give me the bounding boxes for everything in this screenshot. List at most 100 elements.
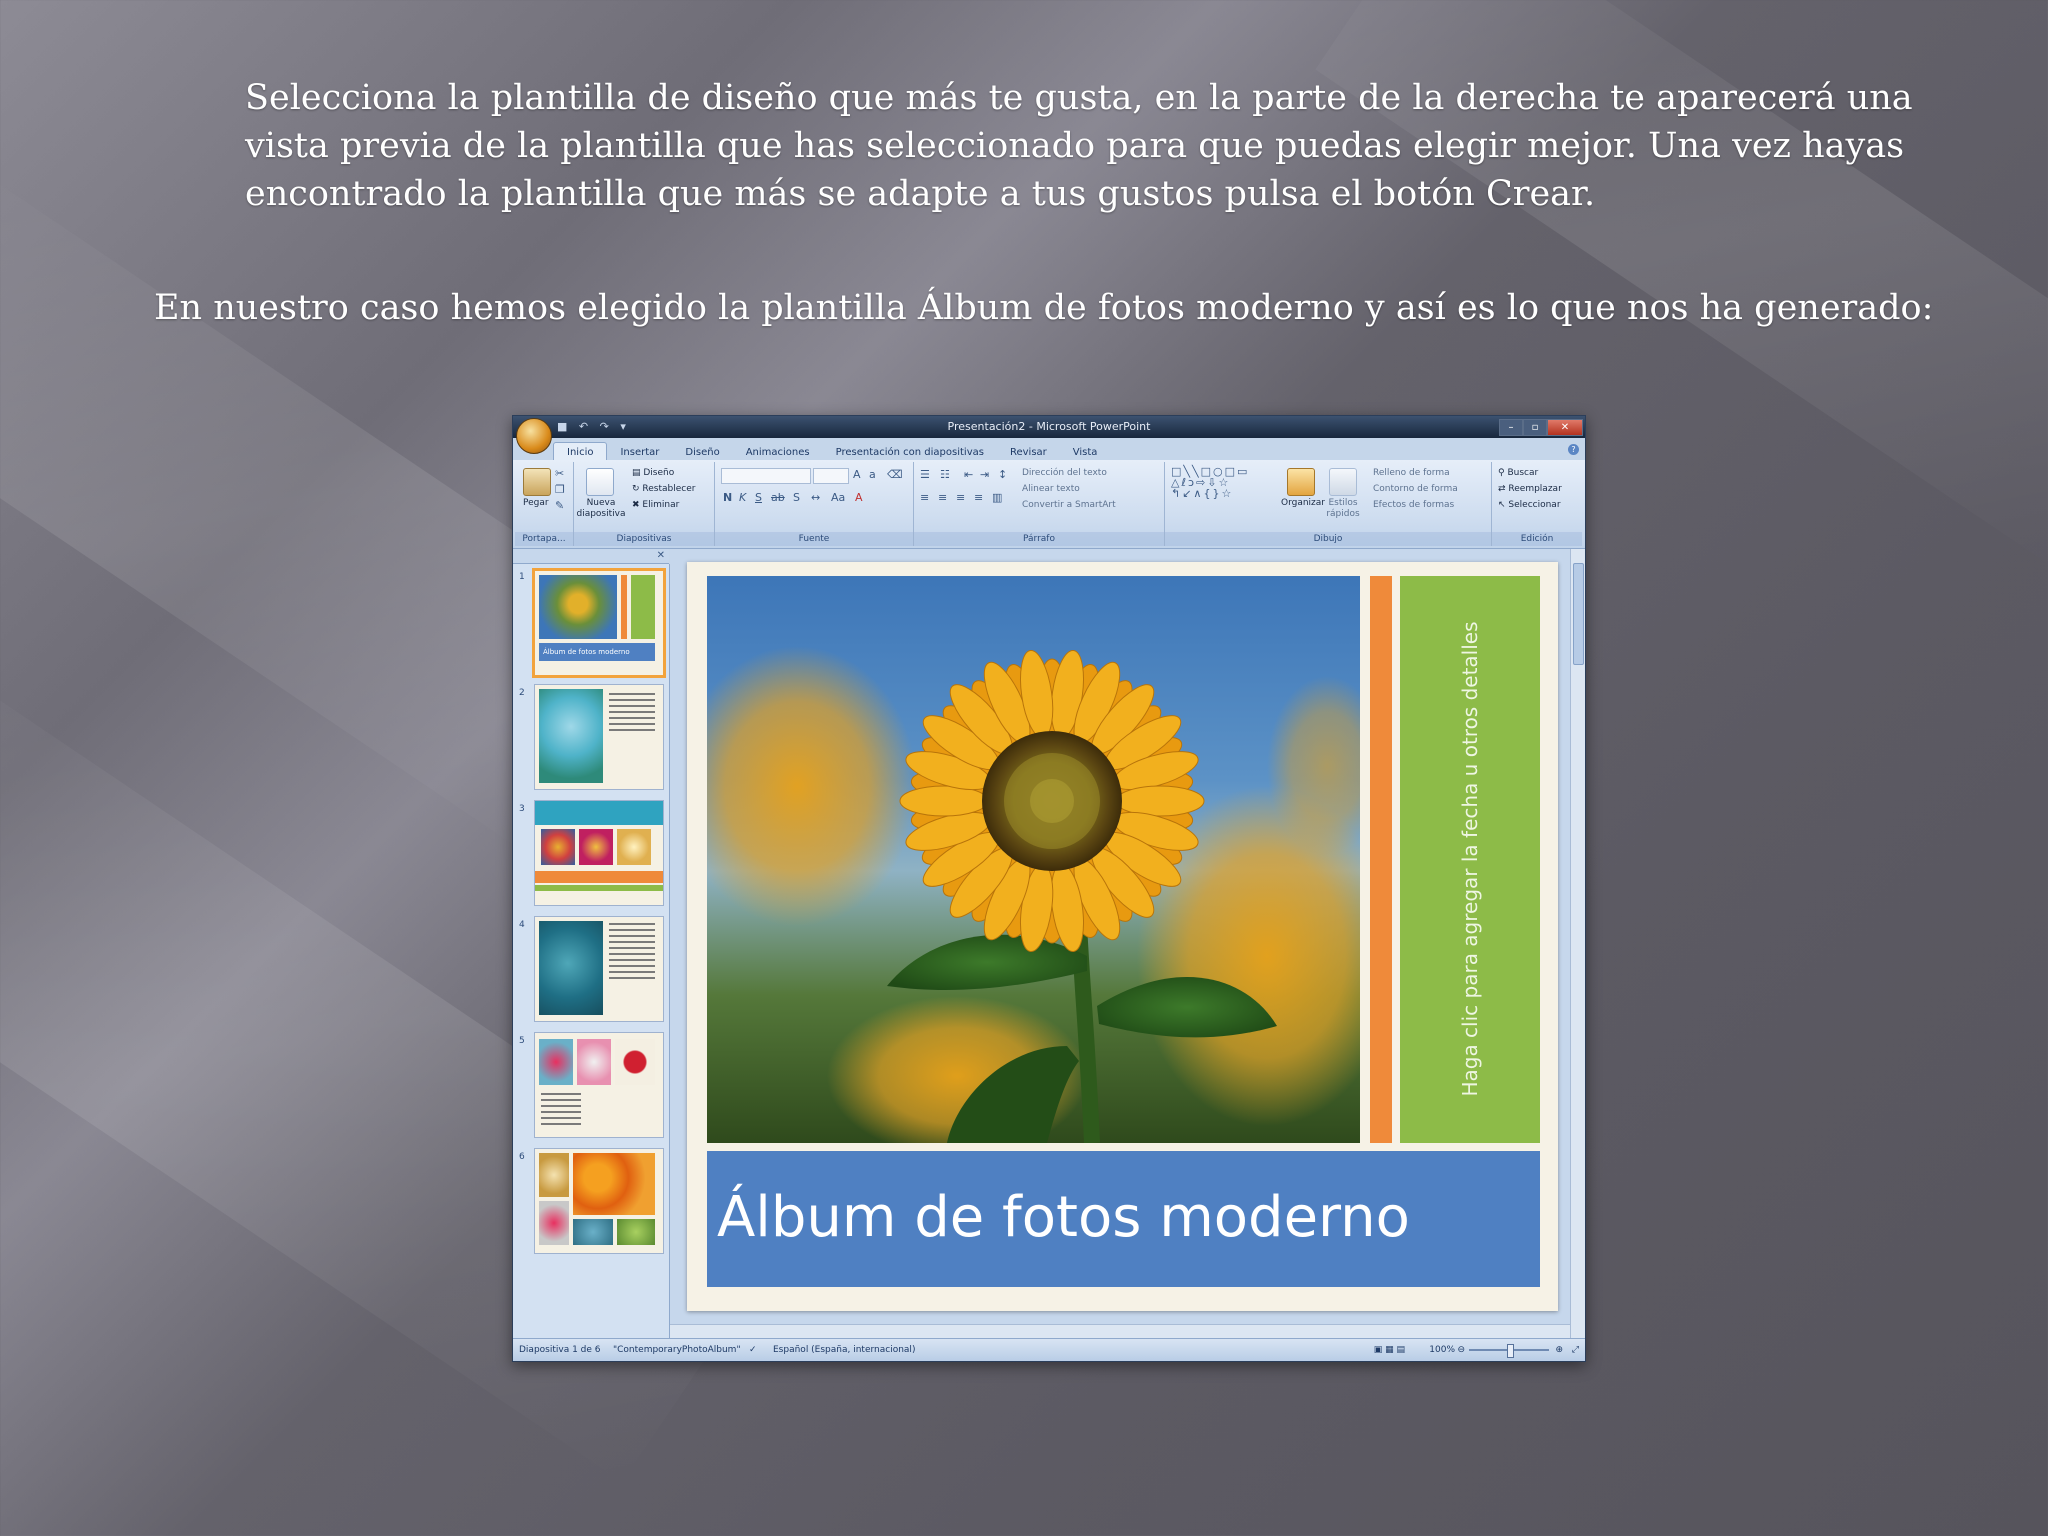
zoom-slider-knob[interactable] <box>1507 1344 1514 1358</box>
shadow-icon[interactable]: S <box>793 492 805 504</box>
bullets-icon[interactable]: ☰ <box>920 469 932 481</box>
align-right-icon[interactable]: ≡ <box>956 492 968 504</box>
zoom-level[interactable]: 100% <box>1429 1339 1455 1361</box>
office-button[interactable] <box>516 418 552 454</box>
increase-indent-icon[interactable]: ⇥ <box>980 469 992 481</box>
quick-styles-button[interactable]: Estilos rápidos <box>1321 498 1365 520</box>
format-painter-icon[interactable]: ✎ <box>555 500 567 512</box>
align-left-icon[interactable]: ≡ <box>920 492 932 504</box>
theme-name: "ContemporaryPhotoAlbum" <box>613 1345 741 1355</box>
paste-button[interactable]: Pegar <box>523 498 549 509</box>
help-icon[interactable]: ? <box>1568 444 1579 455</box>
shape-effects-button[interactable]: Efectos de formas <box>1373 500 1454 511</box>
maximize-button[interactable]: ▫ <box>1523 419 1547 436</box>
arrange-button[interactable]: Organizar <box>1281 498 1325 509</box>
bold-icon[interactable]: N <box>723 492 735 504</box>
close-panel-icon[interactable]: ✕ <box>657 549 665 563</box>
thumb-number: 1 <box>519 572 525 582</box>
decrease-indent-icon[interactable]: ⇤ <box>964 469 976 481</box>
thumb-orange-bar <box>621 575 627 639</box>
delete-label: Eliminar <box>642 500 680 510</box>
result-paragraph: En nuestro caso hemos elegido la plantil… <box>154 288 1934 328</box>
group-paragraph: ☰ ☷ ⇤ ⇥ ↕ ≡ ≡ ≡ ≡ ▥ Dirección del texto … <box>914 462 1165 546</box>
font-color-icon[interactable]: A <box>855 492 867 504</box>
sunflower-petal <box>1115 785 1205 817</box>
slide-title: Álbum de fotos moderno <box>717 1185 1410 1250</box>
justify-icon[interactable]: ≡ <box>974 492 986 504</box>
close-button[interactable]: ✕ <box>1547 419 1583 436</box>
thumb-photo <box>577 1039 611 1085</box>
underline-icon[interactable]: S <box>755 492 767 504</box>
language-indicator: Español (España, internacional) <box>773 1345 916 1355</box>
align-center-icon[interactable]: ≡ <box>938 492 950 504</box>
thumb-photo <box>573 1153 655 1215</box>
group-label: Fuente <box>715 532 913 546</box>
change-case-icon[interactable]: Aa <box>831 492 845 504</box>
zoom-out-icon[interactable]: ⊖ <box>1457 1339 1465 1361</box>
slide-thumbnail-6[interactable] <box>534 1148 664 1254</box>
thumb-top-band <box>535 801 663 825</box>
thumb-green-bar <box>631 575 655 639</box>
zoom-in-icon[interactable]: ⊕ <box>1555 1339 1563 1361</box>
new-slide-button[interactable]: Nueva diapositiva <box>576 498 626 520</box>
arrange-icon <box>1287 468 1315 496</box>
thumb-text-lines <box>609 693 655 733</box>
slide-thumbnail-3[interactable] <box>534 800 664 906</box>
thumb-text-lines <box>609 923 655 983</box>
slide-thumbnail-2[interactable] <box>534 684 664 790</box>
columns-icon[interactable]: ▥ <box>992 492 1004 504</box>
convert-smartart-button[interactable]: Convertir a SmartArt <box>1022 500 1116 511</box>
layout-button[interactable]: ▤ Diseño <box>632 468 674 479</box>
panel-tabs[interactable]: ✕ <box>513 549 669 564</box>
strikethrough-icon[interactable]: ab <box>771 492 785 504</box>
line-spacing-icon[interactable]: ↕ <box>998 469 1010 481</box>
quick-styles-icon <box>1329 468 1357 496</box>
ribbon-tabs: Inicio Insertar Diseño Animaciones Presentac… <box>553 440 1110 463</box>
shape-outline-button[interactable]: Contorno de forma <box>1373 484 1458 495</box>
group-label: Párrafo <box>914 532 1164 546</box>
thumb-photo <box>539 921 603 1015</box>
vertical-scrollbar[interactable] <box>1570 549 1585 1339</box>
clear-format-icon[interactable]: ⌫ <box>887 469 903 481</box>
copy-icon[interactable]: ❐ <box>555 484 567 496</box>
slide-thumbnail-4[interactable] <box>534 916 664 1022</box>
numbering-icon[interactable]: ☷ <box>940 469 952 481</box>
fit-to-window-icon[interactable]: ⤢ <box>1572 1339 1579 1361</box>
font-family-select[interactable] <box>721 468 811 484</box>
italic-icon[interactable]: K <box>739 492 751 504</box>
cut-icon[interactable]: ✂ <box>555 468 567 480</box>
thumb-photo <box>539 1153 569 1197</box>
replace-button[interactable]: ⇄ Reemplazar <box>1498 484 1562 495</box>
text-direction-button[interactable]: Dirección del texto <box>1022 468 1107 479</box>
horizontal-scrollbar[interactable] <box>670 1324 1570 1339</box>
group-label: Edición <box>1492 532 1582 546</box>
find-button[interactable]: ⚲ Buscar <box>1498 468 1538 479</box>
slide-canvas[interactable]: Haga clic para agregar la fecha u otros … <box>687 562 1558 1311</box>
new-slide-icon <box>586 468 614 496</box>
spellcheck-icon[interactable]: ✓ <box>749 1339 757 1361</box>
view-buttons[interactable]: ▣ ▦ ▤ <box>1374 1339 1405 1361</box>
shrink-font-icon[interactable]: a <box>869 469 881 481</box>
shape-fill-button[interactable]: Relleno de forma <box>1373 468 1450 479</box>
shapes-gallery[interactable]: □╲╲□○□▭ △ℓↄ⇨⇩☆ ↰↙∧{}☆ <box>1171 466 1249 499</box>
slide-thumbnail-1[interactable]: Álbum de fotos moderno <box>532 568 666 678</box>
grow-font-icon[interactable]: A <box>853 469 865 481</box>
sunflower-photo[interactable] <box>707 576 1360 1143</box>
spacing-icon[interactable]: ↔ <box>811 492 823 504</box>
find-label: Buscar <box>1507 468 1539 478</box>
orange-accent-bar <box>1370 576 1392 1143</box>
scrollbar-thumb[interactable] <box>1573 563 1584 665</box>
align-text-button[interactable]: Alinear texto <box>1022 484 1080 495</box>
title-placeholder[interactable]: Álbum de fotos moderno <box>707 1151 1540 1287</box>
group-font: A a ⌫ N K S ab S ↔ Aa A Fuente <box>715 462 914 546</box>
window-title: Presentación2 - Microsoft PowerPoint <box>947 420 1151 433</box>
zoom-slider[interactable] <box>1469 1344 1549 1358</box>
font-size-select[interactable] <box>813 468 849 484</box>
thumb-number: 6 <box>519 1152 525 1162</box>
minimize-button[interactable]: – <box>1499 419 1523 436</box>
group-label: Dibujo <box>1165 532 1491 546</box>
select-button[interactable]: ↖ Seleccionar <box>1498 500 1561 511</box>
reset-button[interactable]: ↻ Restablecer <box>632 484 695 495</box>
slide-thumbnail-5[interactable] <box>534 1032 664 1138</box>
delete-button[interactable]: ✖ Eliminar <box>632 500 679 511</box>
